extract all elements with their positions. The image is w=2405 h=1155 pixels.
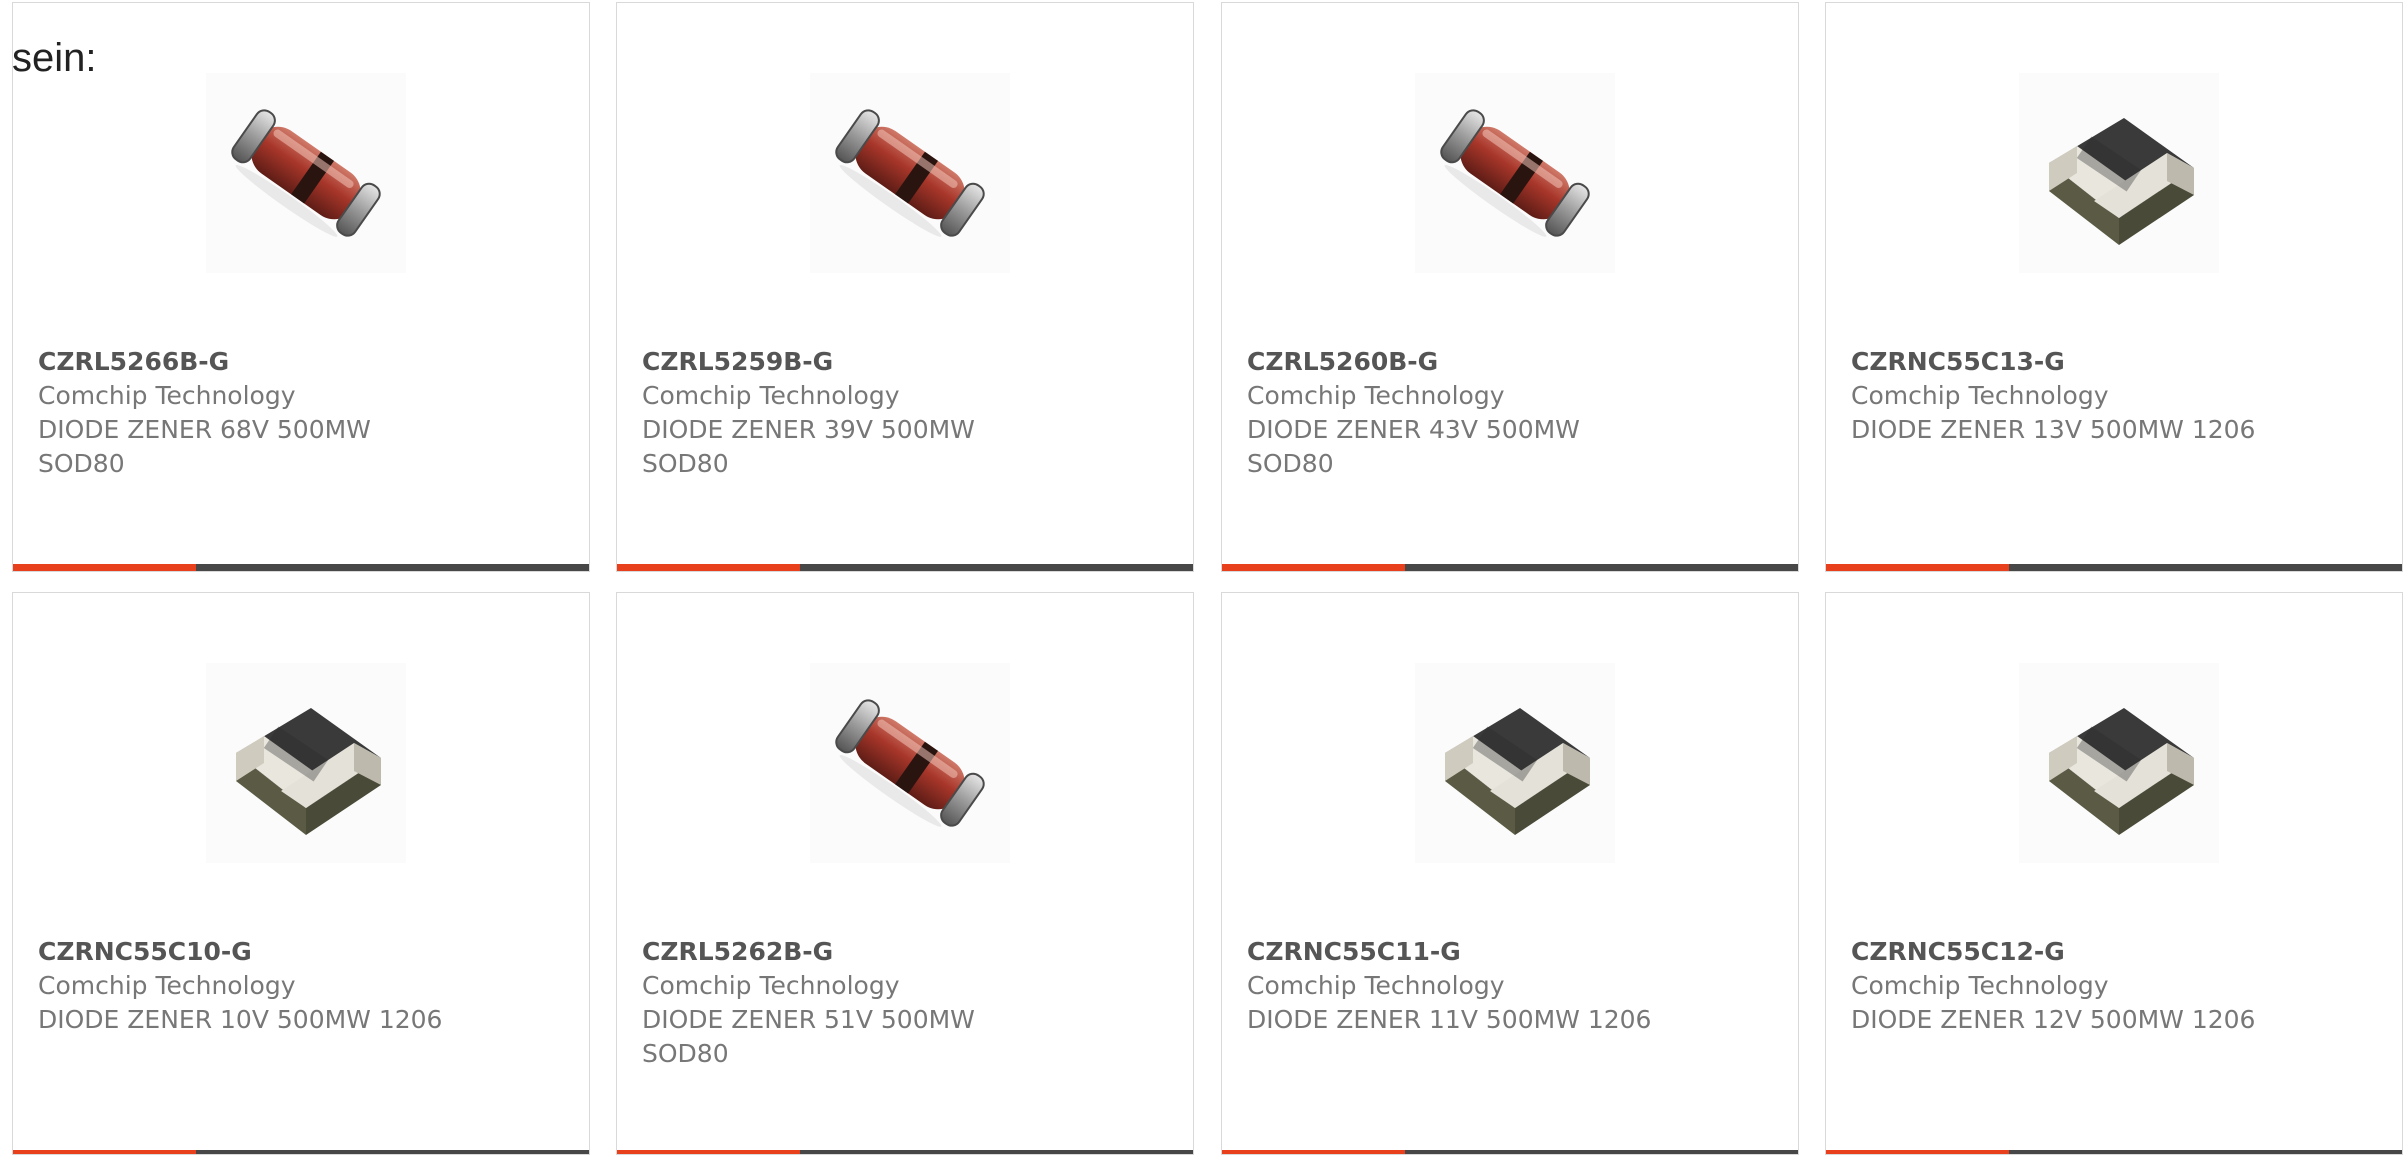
product-info: CZRNC55C12-G Comchip Technology DIODE ZE… xyxy=(1851,935,2382,1037)
product-card[interactable]: CZRNC55C13-G Comchip Technology DIODE ZE… xyxy=(1825,2,2403,572)
part-number: CZRNC55C12-G xyxy=(1851,937,2065,966)
product-image xyxy=(810,663,1010,863)
product-card[interactable]: CZRL5266B-G Comchip Technology DIODE ZEN… xyxy=(12,2,590,572)
part-number: CZRL5266B-G xyxy=(38,347,230,376)
product-card[interactable]: CZRNC55C12-G Comchip Technology DIODE ZE… xyxy=(1825,592,2403,1155)
card-accent-bar xyxy=(617,1150,1193,1154)
manufacturer: Comchip Technology xyxy=(38,971,296,1000)
card-accent-bar xyxy=(1826,1150,2402,1154)
card-accent-bar xyxy=(617,564,1193,571)
intro-text: sein: xyxy=(12,36,97,80)
description: DIODE ZENER 39V 500MW SOD80 xyxy=(642,415,975,478)
product-info: CZRNC55C13-G Comchip Technology DIODE ZE… xyxy=(1851,345,2382,447)
product-card[interactable]: CZRL5260B-G Comchip Technology DIODE ZEN… xyxy=(1221,2,1799,572)
part-number: CZRL5262B-G xyxy=(642,937,834,966)
product-image xyxy=(810,73,1010,273)
description: DIODE ZENER 43V 500MW SOD80 xyxy=(1247,415,1580,478)
product-image xyxy=(1415,73,1615,273)
part-number: CZRL5260B-G xyxy=(1247,347,1439,376)
product-image xyxy=(2019,663,2219,863)
manufacturer: Comchip Technology xyxy=(38,381,296,410)
product-grid-page: sein: CZRL5266B-G Comchip Technology DIO… xyxy=(0,0,2405,1155)
part-number: CZRL5259B-G xyxy=(642,347,834,376)
product-image xyxy=(206,73,406,273)
product-info: CZRNC55C10-G Comchip Technology DIODE ZE… xyxy=(38,935,569,1037)
manufacturer: Comchip Technology xyxy=(1247,971,1505,1000)
manufacturer: Comchip Technology xyxy=(1851,381,2109,410)
description: DIODE ZENER 12V 500MW 1206 xyxy=(1851,1005,2256,1034)
manufacturer: Comchip Technology xyxy=(642,381,900,410)
part-number: CZRNC55C10-G xyxy=(38,937,252,966)
part-number: CZRNC55C11-G xyxy=(1247,937,1461,966)
product-card[interactable]: CZRL5259B-G Comchip Technology DIODE ZEN… xyxy=(616,2,1194,572)
description: DIODE ZENER 13V 500MW 1206 xyxy=(1851,415,2256,444)
product-card[interactable]: CZRL5262B-G Comchip Technology DIODE ZEN… xyxy=(616,592,1194,1155)
product-image xyxy=(2019,73,2219,273)
description: DIODE ZENER 11V 500MW 1206 xyxy=(1247,1005,1652,1034)
card-accent-bar xyxy=(13,564,589,571)
manufacturer: Comchip Technology xyxy=(1851,971,2109,1000)
manufacturer: Comchip Technology xyxy=(1247,381,1505,410)
card-accent-bar xyxy=(1222,564,1798,571)
description: DIODE ZENER 10V 500MW 1206 xyxy=(38,1005,443,1034)
product-image xyxy=(1415,663,1615,863)
product-card[interactable]: CZRNC55C10-G Comchip Technology DIODE ZE… xyxy=(12,592,590,1155)
description: DIODE ZENER 51V 500MW SOD80 xyxy=(642,1005,975,1068)
card-accent-bar xyxy=(1222,1150,1798,1154)
product-info: CZRNC55C11-G Comchip Technology DIODE ZE… xyxy=(1247,935,1778,1037)
card-accent-bar xyxy=(1826,564,2402,571)
product-card[interactable]: CZRNC55C11-G Comchip Technology DIODE ZE… xyxy=(1221,592,1799,1155)
part-number: CZRNC55C13-G xyxy=(1851,347,2065,376)
product-info: CZRL5260B-G Comchip Technology DIODE ZEN… xyxy=(1247,345,1778,481)
product-info: CZRL5266B-G Comchip Technology DIODE ZEN… xyxy=(38,345,569,481)
product-info: CZRL5259B-G Comchip Technology DIODE ZEN… xyxy=(642,345,1173,481)
description: DIODE ZENER 68V 500MW SOD80 xyxy=(38,415,371,478)
manufacturer: Comchip Technology xyxy=(642,971,900,1000)
product-image xyxy=(206,663,406,863)
product-info: CZRL5262B-G Comchip Technology DIODE ZEN… xyxy=(642,935,1173,1071)
card-accent-bar xyxy=(13,1150,589,1154)
